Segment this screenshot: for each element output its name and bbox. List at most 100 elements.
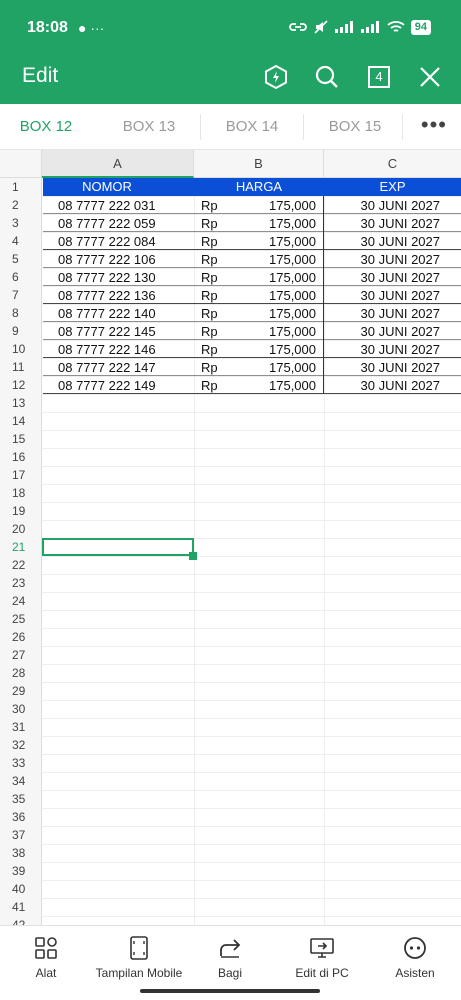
row-header[interactable]: 39 [0,862,42,880]
cell-currency[interactable]: Rp [201,322,231,340]
row-header[interactable]: 29 [0,682,42,700]
row-header[interactable]: 31 [0,718,42,736]
active-cell-a21[interactable] [42,538,194,556]
tab-box-14[interactable]: BOX 14 [201,104,303,150]
row-header[interactable]: 3 [0,214,42,232]
row-header[interactable]: 20 [0,520,42,538]
row-header[interactable]: 27 [0,646,42,664]
cell-exp[interactable]: 30 JUNI 2027 [326,376,441,394]
cell-currency[interactable]: Rp [201,358,231,376]
cell-currency[interactable]: Rp [201,376,231,394]
cell-exp[interactable]: 30 JUNI 2027 [326,340,441,358]
select-all-corner[interactable] [0,150,42,178]
column-header-a[interactable]: A [42,150,194,178]
cell-harga[interactable]: 175,000 [240,358,316,376]
row-header[interactable]: 23 [0,574,42,592]
row-header[interactable]: 18 [0,484,42,502]
tools-button[interactable]: Alat [22,934,70,980]
share-button[interactable]: Bagi [206,934,254,980]
row-header[interactable]: 4 [0,232,42,250]
cell-harga[interactable]: 175,000 [240,196,316,214]
row-header[interactable]: 14 [0,412,42,430]
column-header-c[interactable]: C [324,150,461,178]
cell-nomor[interactable]: 08 7777 222 130 [58,268,188,286]
cell-harga[interactable]: 175,000 [240,340,316,358]
cell-harga[interactable]: 175,000 [240,250,316,268]
cell-nomor[interactable]: 08 7777 222 149 [58,376,188,394]
row-header[interactable]: 24 [0,592,42,610]
cell-harga[interactable]: 175,000 [240,322,316,340]
row-header[interactable]: 5 [0,250,42,268]
row-header[interactable]: 11 [0,358,42,376]
cell-nomor[interactable]: 08 7777 222 145 [58,322,188,340]
cell-harga[interactable]: 175,000 [240,286,316,304]
cell-nomor[interactable]: 08 7777 222 106 [58,250,188,268]
tab-box-13[interactable]: BOX 13 [98,104,200,150]
column-header-b[interactable]: B [194,150,324,178]
cell-currency[interactable]: Rp [201,304,231,322]
row-header[interactable]: 17 [0,466,42,484]
edit-on-pc-button[interactable]: Edit di PC [290,934,354,980]
row-header[interactable]: 19 [0,502,42,520]
cell-exp[interactable]: 30 JUNI 2027 [326,358,441,376]
cell-exp[interactable]: 30 JUNI 2027 [326,322,441,340]
cell-currency[interactable]: Rp [201,250,231,268]
row-header[interactable]: 38 [0,844,42,862]
row-header[interactable]: 35 [0,790,42,808]
row-header[interactable]: 12 [0,376,42,394]
cell-exp[interactable]: 30 JUNI 2027 [326,232,441,250]
tab-box-12[interactable]: BOX 12 [0,104,92,150]
cell-nomor[interactable]: 08 7777 222 031 [58,196,188,214]
row-header[interactable]: 22 [0,556,42,574]
row-header[interactable]: 28 [0,664,42,682]
cell-harga[interactable]: 175,000 [240,304,316,322]
cell-nomor[interactable]: 08 7777 222 059 [58,214,188,232]
cell-currency[interactable]: Rp [201,196,231,214]
assistant-button[interactable]: Asisten [389,934,441,980]
row-header[interactable]: 34 [0,772,42,790]
row-header[interactable]: 6 [0,268,42,286]
home-indicator[interactable] [140,989,320,993]
tab-box-15[interactable]: BOX 15 [304,104,406,150]
cell-exp[interactable]: 30 JUNI 2027 [326,250,441,268]
row-header[interactable]: 26 [0,628,42,646]
cell-nomor[interactable]: 08 7777 222 136 [58,286,188,304]
cell-nomor[interactable]: 08 7777 222 147 [58,358,188,376]
row-header[interactable]: 9 [0,322,42,340]
fill-handle[interactable] [189,552,197,560]
row-header[interactable]: 1 [0,178,42,196]
row-header[interactable]: 13 [0,394,42,412]
cell-nomor[interactable]: 08 7777 222 084 [58,232,188,250]
header-cell-harga[interactable]: HARGA [194,178,324,196]
row-header[interactable]: 30 [0,700,42,718]
cell-harga[interactable]: 175,000 [240,232,316,250]
row-header[interactable]: 33 [0,754,42,772]
row-header[interactable]: 16 [0,448,42,466]
sheet-count-button[interactable]: 4 [364,62,394,92]
row-header[interactable]: 42 [0,916,42,925]
close-icon[interactable] [415,62,445,92]
cell-currency[interactable]: Rp [201,232,231,250]
spreadsheet-grid[interactable]: A B C 1 2 3 4 5 6 7 8 9 10 11 12 13 14 15 16 17 18 19 20 21 2… [0,150,461,925]
more-tabs-button[interactable]: ••• [421,104,447,150]
cell-currency[interactable]: Rp [201,268,231,286]
row-header[interactable]: 37 [0,826,42,844]
cell-currency[interactable]: Rp [201,286,231,304]
cell-currency[interactable]: Rp [201,214,231,232]
row-header[interactable]: 10 [0,340,42,358]
cell-harga[interactable]: 175,000 [240,268,316,286]
row-header[interactable]: 15 [0,430,42,448]
cell-exp[interactable]: 30 JUNI 2027 [326,304,441,322]
cell-nomor[interactable]: 08 7777 222 140 [58,304,188,322]
cell-exp[interactable]: 30 JUNI 2027 [326,268,441,286]
cell-exp[interactable]: 30 JUNI 2027 [326,286,441,304]
row-header[interactable]: 32 [0,736,42,754]
bolt-shield-icon[interactable] [261,62,291,92]
search-icon[interactable] [312,62,342,92]
cell-harga[interactable]: 175,000 [240,214,316,232]
row-header[interactable]: 8 [0,304,42,322]
cell-harga[interactable]: 175,000 [240,376,316,394]
cell-exp[interactable]: 30 JUNI 2027 [326,214,441,232]
mobile-view-button[interactable]: Tampilan Mobile [92,934,186,980]
row-header[interactable]: 21 [0,538,42,556]
